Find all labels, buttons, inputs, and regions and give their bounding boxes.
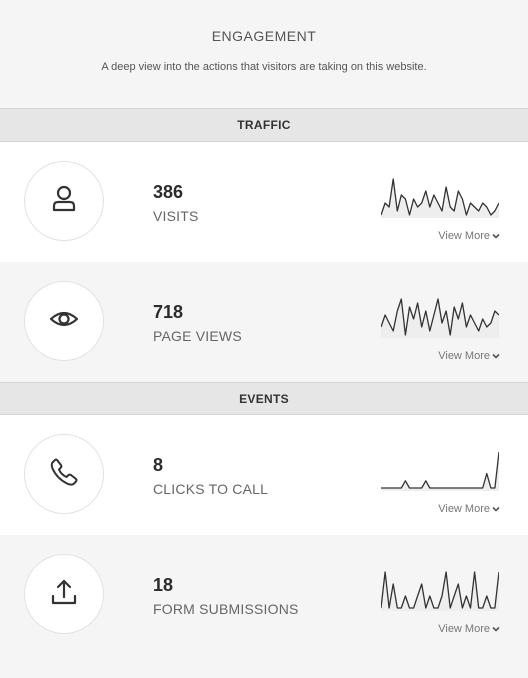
- view-more-link[interactable]: View More: [438, 230, 500, 242]
- sparkline-area: [381, 179, 499, 218]
- sparkline-line: [381, 571, 499, 609]
- view-more-link[interactable]: View More: [438, 503, 500, 515]
- metric-label: PAGE VIEWS: [153, 328, 242, 344]
- sparkline: [381, 178, 499, 218]
- metric-label: VISITS: [153, 208, 199, 224]
- page-subtitle: A deep view into the actions that visito…: [101, 61, 427, 73]
- section-header-traffic: TRAFFIC: [0, 109, 528, 142]
- metric-value: 8: [153, 455, 164, 475]
- view-more-label: View More: [438, 230, 490, 242]
- sparkline-line: [381, 451, 499, 489]
- metric-value: 718: [153, 302, 184, 322]
- metric-label: CLICKS TO CALL: [153, 481, 269, 497]
- engagement-header: ENGAGEMENT A deep view into the actions …: [0, 0, 528, 109]
- sparkline: [381, 298, 499, 338]
- upload-icon: [48, 576, 80, 613]
- metric-row-clicks-to-call: 8 CLICKS TO CALL View More: [0, 415, 528, 535]
- view-more-link[interactable]: View More: [438, 623, 500, 635]
- metric-value: 386: [153, 182, 184, 202]
- metric-row-page-views: 718 PAGE VIEWS View More: [0, 262, 528, 382]
- view-more-label: View More: [438, 503, 490, 515]
- sparkline-area: [381, 452, 499, 491]
- metric-value: 18: [153, 575, 174, 595]
- chevron-down-icon: [492, 627, 500, 632]
- chevron-down-icon: [492, 354, 500, 359]
- user-icon: [48, 183, 80, 220]
- view-more-link[interactable]: View More: [438, 350, 500, 362]
- view-more-label: View More: [438, 623, 490, 635]
- metric-icon-circle: [24, 434, 104, 514]
- eye-icon: [48, 303, 80, 340]
- chevron-down-icon: [492, 507, 500, 512]
- metric-icon-circle: [24, 161, 104, 241]
- metric-icon-circle: [24, 554, 104, 634]
- view-more-label: View More: [438, 350, 490, 362]
- section-header-events: EVENTS: [0, 382, 528, 415]
- metric-row-form-submissions: 18 FORM SUBMISSIONS View More: [0, 535, 528, 655]
- sparkline: [381, 571, 499, 611]
- sparkline: [381, 451, 499, 491]
- page-title: ENGAGEMENT: [211, 28, 317, 44]
- metric-row-visits: 386 VISITS View More: [0, 142, 528, 262]
- metric-label: FORM SUBMISSIONS: [153, 601, 299, 617]
- phone-icon: [48, 456, 80, 493]
- sparkline-area: [381, 572, 499, 611]
- metric-icon-circle: [24, 281, 104, 361]
- chevron-down-icon: [492, 234, 500, 239]
